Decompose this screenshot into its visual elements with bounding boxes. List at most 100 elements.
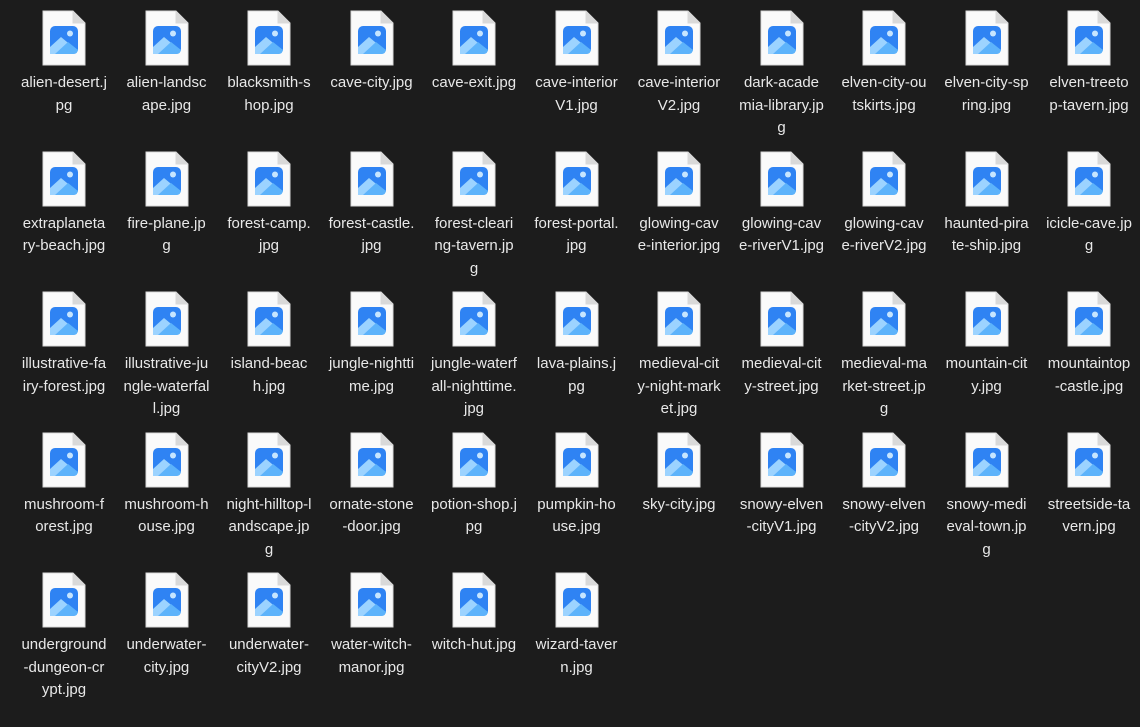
file-name: ornate-stone-door.jpg — [329, 495, 414, 536]
file-item[interactable]: forest-castle.jpg — [321, 141, 424, 282]
file-name: lava-plains.jpg — [536, 355, 617, 395]
file-item[interactable]: alien-desert.jpg — [13, 0, 116, 141]
image-file-icon — [452, 291, 496, 347]
image-file-icon — [1067, 10, 1111, 66]
file-item[interactable]: elven-city-outskirts.jpg — [833, 0, 936, 141]
file-item[interactable]: water-witch-manor.jpg — [321, 562, 424, 703]
file-item[interactable]: medieval-market-street.jpg — [833, 281, 936, 422]
image-file-icon — [452, 432, 496, 487]
image-file-icon — [42, 432, 86, 487]
image-file-icon — [965, 291, 1008, 347]
file-item[interactable]: cave-city.jpg — [321, 0, 424, 141]
file-item[interactable]: fire-plane.jpg — [116, 141, 219, 282]
file-name: wizard-tavern.jpg — [535, 636, 618, 676]
file-name: illustrative-fairy-forest.jpg — [21, 355, 107, 395]
image-file-icon — [350, 432, 393, 487]
file-item[interactable]: mushroom-forest.jpg — [13, 422, 116, 563]
image-file-icon — [145, 151, 188, 206]
file-item[interactable]: cave-interiorV2.jpg — [628, 0, 731, 141]
file-item[interactable]: medieval-city-night-market.jpg — [628, 281, 731, 422]
file-item[interactable]: night-hilltop-landscape.jpg — [218, 422, 321, 563]
file-item[interactable]: island-beach.jpg — [218, 281, 321, 422]
file-item[interactable]: mountain-city.jpg — [936, 281, 1039, 422]
file-item[interactable]: haunted-pirate-ship.jpg — [936, 141, 1039, 282]
file-item[interactable]: elven-city-spring.jpg — [936, 0, 1039, 141]
file-item[interactable]: ornate-stone-door.jpg — [321, 422, 424, 563]
file-item[interactable]: snowy-medieval-town.jpg — [936, 422, 1039, 563]
image-file-icon — [145, 291, 188, 347]
file-item[interactable]: illustrative-fairy-forest.jpg — [13, 281, 116, 422]
file-name: alien-landscape.jpg — [126, 74, 207, 114]
file-name: illustrative-jungle-waterfall.jpg — [123, 355, 210, 417]
file-item[interactable]: cave-interiorV1.jpg — [526, 0, 629, 141]
image-file-icon — [42, 572, 86, 628]
file-item[interactable]: snowy-elven-cityV2.jpg — [833, 422, 936, 563]
file-name: elven-city-outskirts.jpg — [841, 74, 927, 114]
file-item[interactable]: mountaintop-castle.jpg — [1038, 281, 1140, 422]
file-name: glowing-cave-interior.jpg — [637, 214, 721, 255]
image-file-icon — [1067, 291, 1111, 347]
file-item[interactable]: jungle-waterfall-nighttime.jpg — [423, 281, 526, 422]
image-file-icon — [350, 572, 393, 628]
file-name: snowy-elven-cityV2.jpg — [842, 495, 926, 536]
file-name: extraplanetary-beach.jpg — [22, 214, 106, 255]
image-file-icon — [42, 151, 86, 206]
file-item[interactable]: glowing-cave-interior.jpg — [628, 141, 731, 282]
file-item[interactable]: extraplanetary-beach.jpg — [13, 141, 116, 282]
image-file-icon — [1067, 432, 1111, 487]
image-file-icon — [555, 432, 598, 487]
image-file-icon — [452, 572, 496, 628]
file-name: icicle-cave.jpg — [1046, 214, 1132, 255]
image-file-icon — [247, 572, 291, 628]
file-name: underground-dungeon-crypt.jpg — [21, 636, 107, 698]
file-item[interactable]: pumpkin-house.jpg — [526, 422, 629, 563]
file-item[interactable]: blacksmith-shop.jpg — [218, 0, 321, 141]
file-name: glowing-cave-riverV2.jpg — [841, 214, 927, 255]
image-file-icon — [350, 291, 393, 347]
file-name: medieval-market-street.jpg — [841, 355, 927, 417]
file-item[interactable]: streetside-tavern.jpg — [1038, 422, 1140, 563]
file-item[interactable]: dark-academia-library.jpg — [731, 0, 834, 141]
file-name: blacksmith-shop.jpg — [227, 74, 311, 114]
file-item[interactable]: underwater-cityV2.jpg — [218, 562, 321, 703]
file-name: medieval-city-street.jpg — [741, 355, 822, 395]
file-item[interactable]: mushroom-house.jpg — [116, 422, 219, 563]
file-item[interactable]: underwater-city.jpg — [116, 562, 219, 703]
image-file-icon — [247, 291, 291, 347]
file-item[interactable]: snowy-elven-cityV1.jpg — [731, 422, 834, 563]
file-name: mushroom-forest.jpg — [23, 495, 105, 536]
file-item[interactable]: elven-treetop-tavern.jpg — [1038, 0, 1140, 141]
file-item[interactable]: glowing-cave-riverV1.jpg — [731, 141, 834, 282]
image-file-icon — [862, 151, 906, 206]
image-file-icon — [657, 291, 701, 347]
file-item[interactable]: potion-shop.jpg — [423, 422, 526, 563]
file-name: cave-city.jpg — [330, 74, 413, 91]
file-name: snowy-medieval-town.jpg — [946, 495, 1027, 558]
file-name: cave-interiorV2.jpg — [637, 74, 721, 114]
file-item[interactable]: cave-exit.jpg — [423, 0, 526, 141]
file-item[interactable]: lava-plains.jpg — [526, 281, 629, 422]
file-item[interactable]: glowing-cave-riverV2.jpg — [833, 141, 936, 282]
file-item[interactable]: forest-clearing-tavern.jpg — [423, 141, 526, 282]
image-file-icon — [247, 432, 291, 487]
image-file-icon — [247, 10, 291, 66]
file-item[interactable]: icicle-cave.jpg — [1038, 141, 1140, 282]
file-item[interactable]: forest-camp.jpg — [218, 141, 321, 282]
file-item[interactable]: underground-dungeon-crypt.jpg — [13, 562, 116, 703]
file-item[interactable]: witch-hut.jpg — [423, 562, 526, 703]
file-name: forest-clearing-tavern.jpg — [434, 214, 514, 277]
image-file-icon — [965, 151, 1008, 206]
file-item[interactable]: forest-portal.jpg — [526, 141, 629, 282]
file-item[interactable]: jungle-nighttime.jpg — [321, 281, 424, 422]
file-item[interactable]: wizard-tavern.jpg — [526, 562, 629, 703]
image-file-icon — [555, 151, 598, 206]
image-file-icon — [760, 151, 803, 206]
image-file-icon — [247, 151, 291, 206]
file-item[interactable]: sky-city.jpg — [628, 422, 731, 563]
file-name: cave-exit.jpg — [431, 74, 517, 91]
file-item[interactable]: medieval-city-street.jpg — [731, 281, 834, 422]
file-item[interactable]: illustrative-jungle-waterfall.jpg — [116, 281, 219, 422]
image-file-icon — [350, 10, 393, 66]
image-file-icon — [965, 10, 1008, 66]
file-item[interactable]: alien-landscape.jpg — [116, 0, 219, 141]
